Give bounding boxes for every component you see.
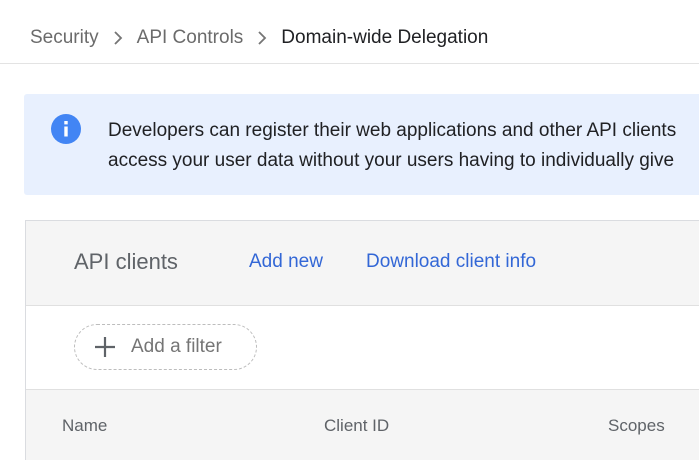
api-clients-card: API clients Add new Download client info… [25, 220, 699, 460]
breadcrumb: Security API Controls Domain-wide Delega… [30, 24, 488, 52]
filter-row: Add a filter [26, 306, 699, 390]
add-filter-label: Add a filter [131, 336, 222, 357]
breadcrumb-current: Domain-wide Delegation [281, 27, 489, 48]
add-filter-button[interactable]: Add a filter [74, 324, 257, 370]
table-header: Name Client ID Scopes [26, 390, 699, 460]
column-header-scopes[interactable]: Scopes [608, 416, 665, 436]
header-divider [0, 63, 699, 64]
column-header-client-id[interactable]: Client ID [324, 416, 389, 436]
column-header-name[interactable]: Name [62, 416, 107, 436]
chevron-right-icon [257, 31, 267, 45]
info-text-line-2: access your user data without your users… [108, 150, 675, 171]
info-icon [51, 114, 81, 144]
add-new-link[interactable]: Add new [249, 251, 323, 273]
download-client-info-link[interactable]: Download client info [366, 251, 536, 273]
info-text: Developers can register their web applic… [108, 116, 699, 176]
plus-icon [95, 337, 115, 357]
page: Security API Controls Domain-wide Delega… [0, 0, 699, 460]
breadcrumb-item-api-controls[interactable]: API Controls [137, 27, 244, 49]
info-banner: Developers can register their web applic… [24, 94, 699, 195]
card-header: API clients Add new Download client info [26, 221, 699, 306]
card-title: API clients [74, 249, 178, 274]
chevron-right-icon [113, 31, 123, 45]
info-text-line-1: Developers can register their web applic… [108, 120, 677, 141]
breadcrumb-item-security[interactable]: Security [30, 27, 99, 49]
